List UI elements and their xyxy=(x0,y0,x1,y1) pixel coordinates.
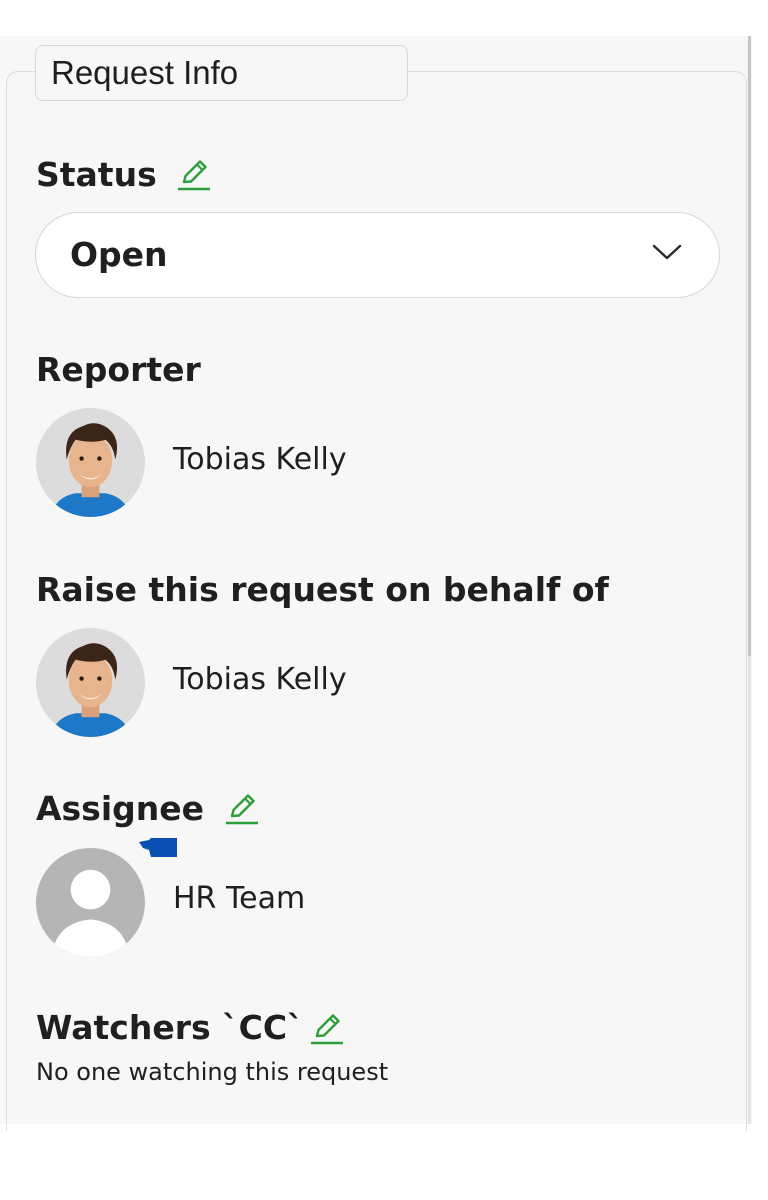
edit-status-pencil-icon[interactable] xyxy=(176,156,212,192)
on-behalf-avatar[interactable] xyxy=(36,628,145,737)
request-info-page: Request Info Status Open Reporter Tobias… xyxy=(0,0,768,1200)
status-label: Status xyxy=(36,155,157,194)
on-behalf-label: Raise this request on behalf of xyxy=(36,570,609,609)
reporter-avatar xyxy=(36,408,145,517)
edit-assignee-pencil-icon[interactable] xyxy=(224,790,260,826)
reporter-label: Reporter xyxy=(36,350,201,389)
edit-watchers-pencil-icon[interactable] xyxy=(309,1010,345,1046)
assignee-avatar-person-placeholder-icon[interactable] xyxy=(36,848,145,957)
assignee-label: Assignee xyxy=(36,789,205,828)
reporter-name: Tobias Kelly xyxy=(173,442,347,477)
request-info-title: Request Info xyxy=(35,45,408,101)
watchers-label: Watchers `CC` xyxy=(36,1008,304,1047)
scrollbar-thumb[interactable] xyxy=(748,36,751,656)
chevron-down-icon xyxy=(652,244,682,260)
on-behalf-name[interactable]: Tobias Kelly xyxy=(173,660,347,700)
status-dropdown[interactable]: Open xyxy=(35,212,720,298)
watchers-empty-text: No one watching this request xyxy=(36,1058,389,1086)
status-selected-value: Open xyxy=(70,235,168,274)
pointer-marker-icon xyxy=(139,838,177,857)
assignee-name[interactable]: HR Team xyxy=(173,879,305,919)
